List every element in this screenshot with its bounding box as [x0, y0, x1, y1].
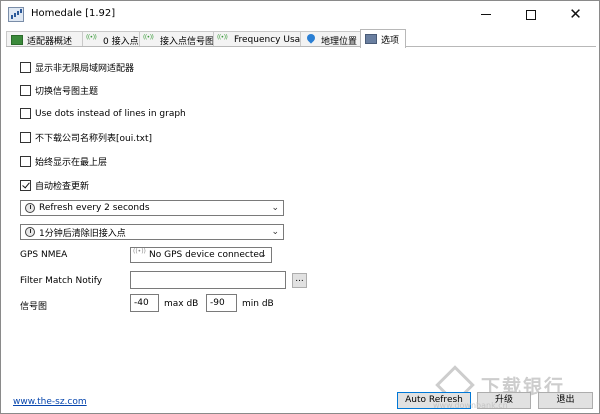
- chevron-down-icon: ⌄: [271, 227, 279, 237]
- min-db-input[interactable]: -90: [206, 294, 237, 312]
- exit-button[interactable]: 退出: [538, 392, 593, 409]
- filter-match-input[interactable]: [130, 271, 286, 289]
- wifi-signal-icon: [143, 34, 156, 45]
- tab-label: 地理位置: [321, 36, 358, 47]
- clear-old-ap-value: 1分钟后清除旧接入点: [39, 228, 126, 239]
- tab-strip: 适配器概述 0 接入点 接入点信号图 Frequency Usage 地理位置 …: [6, 29, 596, 48]
- website-link[interactable]: www.the-sz.com: [13, 397, 87, 407]
- switch-theme-label: 切换信号图主题: [35, 87, 99, 97]
- adapter-icon: [11, 35, 23, 45]
- show-non-wlan-checkbox[interactable]: [20, 62, 31, 73]
- refresh-interval-select[interactable]: Refresh every 2 seconds ⌄: [20, 200, 284, 216]
- watermark-url: www.downbank.cn: [433, 401, 508, 410]
- no-download-oui-checkbox[interactable]: [20, 132, 31, 143]
- tab-label: 适配器概述: [27, 36, 73, 47]
- maximize-button[interactable]: [508, 1, 553, 28]
- no-download-oui-option[interactable]: 不下载公司名称列表[oui.txt]: [20, 131, 152, 144]
- tab-label: 选项: [381, 35, 400, 46]
- wifi-signal-icon: [217, 34, 230, 45]
- chevron-down-icon: ⌄: [271, 203, 279, 213]
- title-bar: Homedale [1.92] ✕: [1, 1, 599, 28]
- close-icon: ✕: [569, 5, 582, 23]
- use-dots-checkbox[interactable]: [20, 108, 31, 119]
- chevron-down-icon: ⌄: [259, 250, 267, 260]
- homedale-window: Homedale [1.92] ✕ 适配器概述 0 接入点 接入点信号图 Fre…: [0, 0, 600, 414]
- map-pin-icon: [305, 35, 317, 45]
- clock-icon: [25, 227, 35, 237]
- window-title: Homedale [1.92]: [31, 8, 116, 19]
- max-db-input[interactable]: -40: [130, 294, 159, 312]
- options-icon: [365, 34, 377, 44]
- tab-label: 接入点信号图: [160, 36, 215, 47]
- clock-icon: [25, 203, 35, 213]
- switch-theme-option[interactable]: 切换信号图主题: [20, 84, 98, 97]
- tab-label: 0 接入点: [103, 36, 139, 47]
- signal-graph-label: 信号图: [20, 302, 48, 312]
- filter-label: Filter Match Notify: [20, 276, 103, 286]
- auto-update-checkbox[interactable]: [20, 180, 31, 191]
- gps-device-value: No GPS device connected: [149, 250, 265, 260]
- auto-update-label: 自动检查更新: [35, 182, 90, 192]
- no-download-oui-label: 不下载公司名称列表[oui.txt]: [35, 134, 152, 144]
- show-non-wlan-option[interactable]: 显示非无限局域网适配器: [20, 61, 134, 74]
- always-on-top-checkbox[interactable]: [20, 156, 31, 167]
- maximize-icon: [525, 9, 536, 20]
- use-dots-label: Use dots instead of lines in graph: [35, 108, 186, 119]
- clear-old-ap-select[interactable]: 1分钟后清除旧接入点 ⌄: [20, 224, 284, 240]
- max-db-unit: max dB: [164, 299, 199, 309]
- browse-button[interactable]: ...: [292, 273, 307, 288]
- tab-options[interactable]: 选项: [360, 29, 406, 48]
- min-db-unit: min dB: [242, 299, 274, 309]
- minimize-button[interactable]: [463, 1, 508, 28]
- use-dots-option[interactable]: Use dots instead of lines in graph: [20, 108, 186, 119]
- wifi-signal-icon: [86, 34, 99, 45]
- switch-theme-checkbox[interactable]: [20, 85, 31, 96]
- always-on-top-option[interactable]: 始终显示在最上层: [20, 155, 107, 168]
- options-panel: 显示非无限局域网适配器 切换信号图主题 Use dots instead of …: [6, 47, 596, 387]
- minimize-icon: [480, 14, 491, 15]
- close-button[interactable]: ✕: [553, 1, 598, 28]
- app-icon: [8, 7, 24, 22]
- gps-label: GPS NMEA: [20, 250, 68, 260]
- show-non-wlan-label: 显示非无限局域网适配器: [35, 64, 135, 74]
- gps-signal-icon: [133, 248, 146, 260]
- gps-device-select[interactable]: No GPS device connected ⌄: [130, 247, 272, 263]
- refresh-interval-value: Refresh every 2 seconds: [39, 203, 150, 213]
- always-on-top-label: 始终显示在最上层: [35, 158, 108, 168]
- auto-update-option[interactable]: 自动检查更新: [20, 179, 89, 192]
